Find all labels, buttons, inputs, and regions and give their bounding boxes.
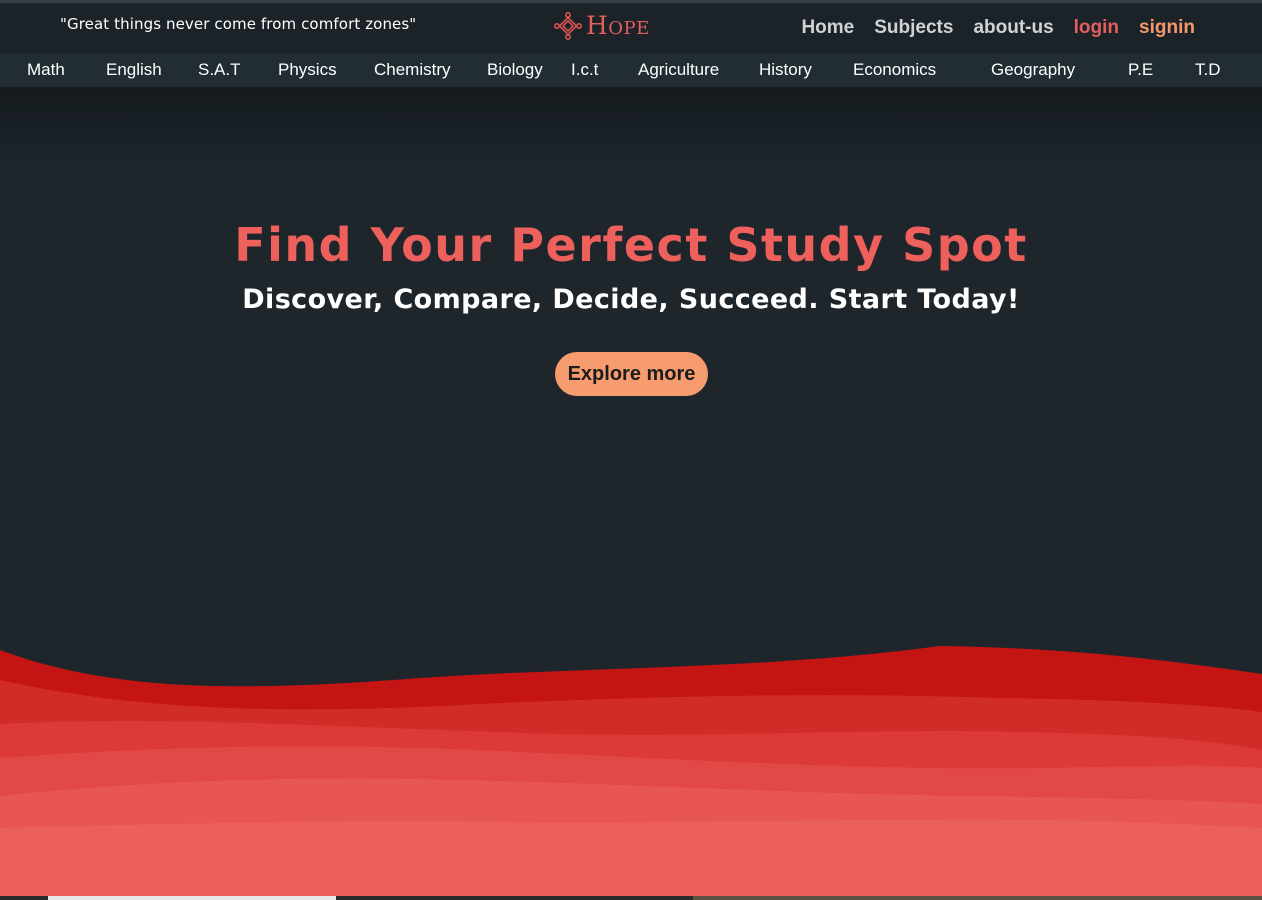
hero-title: Find Your Perfect Study Spot (234, 218, 1028, 272)
header-quote: "Great things never come from comfort zo… (60, 15, 417, 33)
subject-biology[interactable]: Biology (487, 60, 543, 80)
subject-geography[interactable]: Geography (991, 60, 1075, 80)
main-nav: Home Subjects about-us login signin (801, 17, 1195, 39)
nav-about-us[interactable]: about-us (973, 17, 1053, 39)
subject-ict[interactable]: I.c.t (571, 60, 598, 80)
nav-home[interactable]: Home (801, 17, 854, 39)
subject-agriculture[interactable]: Agriculture (638, 60, 719, 80)
next-section-image-right (693, 896, 1262, 900)
explore-more-button[interactable]: Explore more (555, 352, 708, 396)
top-header: "Great things never come from comfort zo… (0, 0, 1262, 53)
subject-english[interactable]: English (106, 60, 162, 80)
page: "Great things never come from comfort zo… (0, 0, 1262, 900)
nav-login[interactable]: login (1074, 17, 1119, 39)
site-logo[interactable]: Hope (554, 11, 650, 41)
logo-text: Hope (586, 11, 650, 40)
next-section-edge (0, 896, 1262, 900)
subject-chemistry[interactable]: Chemistry (374, 60, 451, 80)
knot-logo-icon (554, 12, 582, 40)
nav-subjects[interactable]: Subjects (874, 17, 953, 39)
subject-pe[interactable]: P.E (1128, 60, 1153, 80)
nav-signin[interactable]: signin (1139, 17, 1195, 39)
subject-math[interactable]: Math (27, 60, 65, 80)
subject-physics[interactable]: Physics (278, 60, 337, 80)
subject-sat[interactable]: S.A.T (198, 60, 241, 80)
wave-layer-6 (0, 819, 1262, 900)
subject-economics[interactable]: Economics (853, 60, 936, 80)
subject-nav: Math English S.A.T Physics Chemistry Bio… (0, 53, 1262, 87)
hero-subtitle: Discover, Compare, Decide, Succeed. Star… (242, 284, 1020, 315)
subject-td[interactable]: T.D (1195, 60, 1221, 80)
next-section-image-left (48, 896, 336, 900)
subject-history[interactable]: History (759, 60, 812, 80)
decorative-waves (0, 646, 1262, 900)
hero-top-shadow (0, 87, 1262, 167)
